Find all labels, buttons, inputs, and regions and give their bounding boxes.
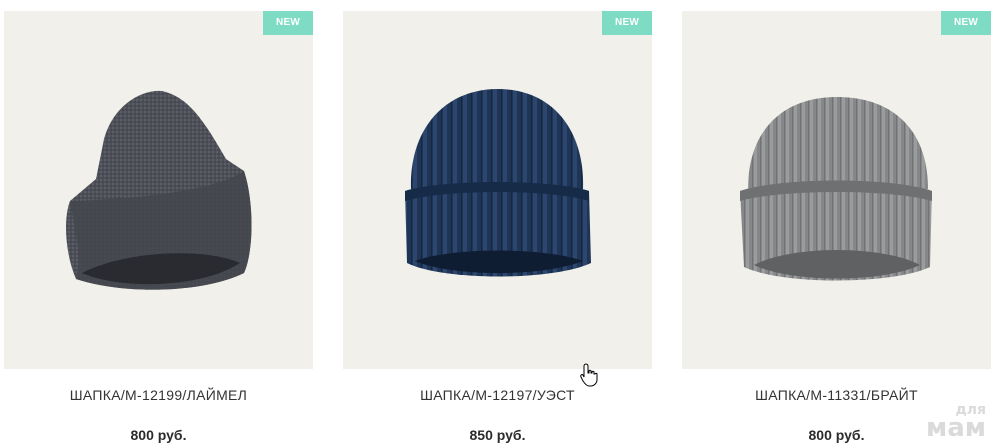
product-title: ШАПКА/М-12197/УЭСТ xyxy=(343,387,652,403)
product-title-link[interactable]: ШАПКА/М-12199/ЛАЙМЕЛ xyxy=(70,387,247,403)
beanie-image xyxy=(66,90,252,290)
beanie-image xyxy=(405,89,591,277)
new-badge: NEW xyxy=(263,11,313,35)
product-card: NEW ШАПКА/М-12199/ЛАЙМЕЛ 800 руб. xyxy=(4,11,313,448)
product-title: ШАПКА/М-12199/ЛАЙМЕЛ xyxy=(4,387,313,403)
hand-pointer-icon xyxy=(580,363,598,387)
watermark-logo: для мам xyxy=(925,403,986,443)
new-badge: NEW xyxy=(941,11,991,35)
product-title-link[interactable]: ШАПКА/М-11331/БРАЙТ xyxy=(755,387,918,403)
product-image-link[interactable]: NEW xyxy=(343,11,652,369)
product-card: NEW ШАПКА/М-11331/БРАЙТ 800 руб. xyxy=(682,11,991,448)
new-badge: NEW xyxy=(602,11,652,35)
product-title-link[interactable]: ШАПКА/М-12197/УЭСТ xyxy=(420,387,575,403)
product-price: 800 руб. xyxy=(130,427,187,443)
beanie-image xyxy=(740,97,932,281)
product-grid: NEW ШАПКА/М-12199/ЛАЙМЕЛ 800 руб. NEW ША… xyxy=(0,0,996,448)
product-image-link[interactable]: NEW xyxy=(682,11,991,369)
product-card: NEW ШАПКА/М-12197/УЭСТ 850 руб. xyxy=(343,11,652,448)
watermark-line-2: мам xyxy=(925,412,986,443)
product-image-link[interactable]: NEW xyxy=(4,11,313,369)
product-title: ШАПКА/М-11331/БРАЙТ xyxy=(682,387,991,403)
product-price: 850 руб. xyxy=(469,427,526,443)
